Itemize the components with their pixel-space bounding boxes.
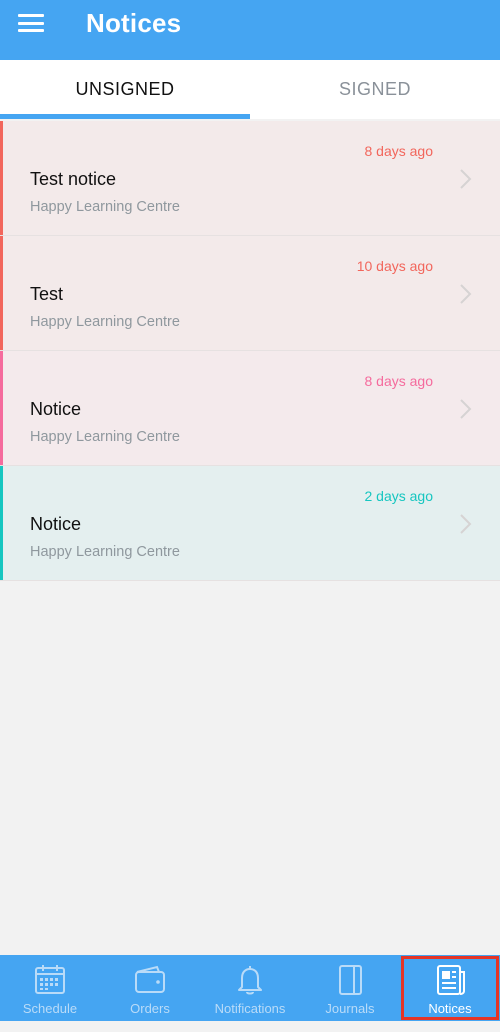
bottom-spacer bbox=[0, 1021, 500, 1032]
notice-time: 2 days ago bbox=[364, 488, 434, 504]
chevron-right-icon bbox=[460, 169, 472, 189]
nav-notifications[interactable]: Notifications bbox=[200, 955, 300, 1021]
tab-unsigned[interactable]: UNSIGNED bbox=[0, 60, 250, 119]
notice-organization: Happy Learning Centre bbox=[30, 314, 180, 330]
notice-organization: Happy Learning Centre bbox=[30, 429, 180, 445]
nav-schedule[interactable]: Schedule bbox=[0, 955, 100, 1021]
notice-card[interactable]: 8 days ago Test notice Happy Learning Ce… bbox=[0, 121, 500, 236]
notice-organization: Happy Learning Centre bbox=[30, 544, 180, 560]
nav-journals[interactable]: Journals bbox=[300, 955, 400, 1021]
nav-label: Schedule bbox=[22, 1001, 78, 1016]
card-accent-bar bbox=[0, 351, 3, 465]
bottom-navigation: Schedule Orders Notifications Journals N… bbox=[0, 955, 500, 1021]
card-accent-bar bbox=[0, 121, 3, 235]
notice-time: 10 days ago bbox=[356, 258, 433, 274]
app-bar: Notices bbox=[0, 0, 500, 60]
nav-label: Notices bbox=[428, 1001, 472, 1016]
notice-list: 8 days ago Test notice Happy Learning Ce… bbox=[0, 121, 500, 581]
notice-title: Test bbox=[30, 284, 64, 304]
calendar-icon bbox=[35, 965, 65, 994]
page-title: Notices bbox=[86, 8, 182, 38]
notice-card[interactable]: 10 days ago Test Happy Learning Centre bbox=[0, 236, 500, 351]
notice-card[interactable]: 2 days ago Notice Happy Learning Centre bbox=[0, 466, 500, 581]
notice-title: Notice bbox=[30, 514, 82, 534]
tab-signed[interactable]: SIGNED bbox=[250, 60, 500, 119]
chevron-right-icon bbox=[460, 399, 472, 419]
nav-label: Journals bbox=[325, 1001, 375, 1016]
nav-notices[interactable]: Notices bbox=[400, 955, 500, 1021]
nav-label: Orders bbox=[130, 1001, 170, 1016]
notice-organization: Happy Learning Centre bbox=[30, 199, 180, 215]
tab-bar: UNSIGNED SIGNED bbox=[0, 60, 500, 119]
notice-card[interactable]: 8 days ago Notice Happy Learning Centre bbox=[0, 351, 500, 466]
notice-title: Test notice bbox=[30, 169, 117, 189]
notice-title: Notice bbox=[30, 399, 82, 419]
nav-label: Notifications bbox=[214, 1001, 286, 1016]
newspaper-icon bbox=[437, 965, 465, 995]
nav-orders[interactable]: Orders bbox=[100, 955, 200, 1021]
card-accent-bar bbox=[0, 236, 3, 350]
chevron-right-icon bbox=[460, 514, 472, 534]
journal-icon bbox=[339, 965, 362, 995]
card-accent-bar bbox=[0, 466, 3, 580]
wallet-icon bbox=[135, 965, 165, 993]
hamburger-menu-icon[interactable] bbox=[18, 14, 44, 32]
bell-icon bbox=[238, 966, 262, 995]
notice-time: 8 days ago bbox=[364, 143, 434, 159]
notice-time: 8 days ago bbox=[364, 373, 434, 389]
chevron-right-icon bbox=[460, 284, 472, 304]
